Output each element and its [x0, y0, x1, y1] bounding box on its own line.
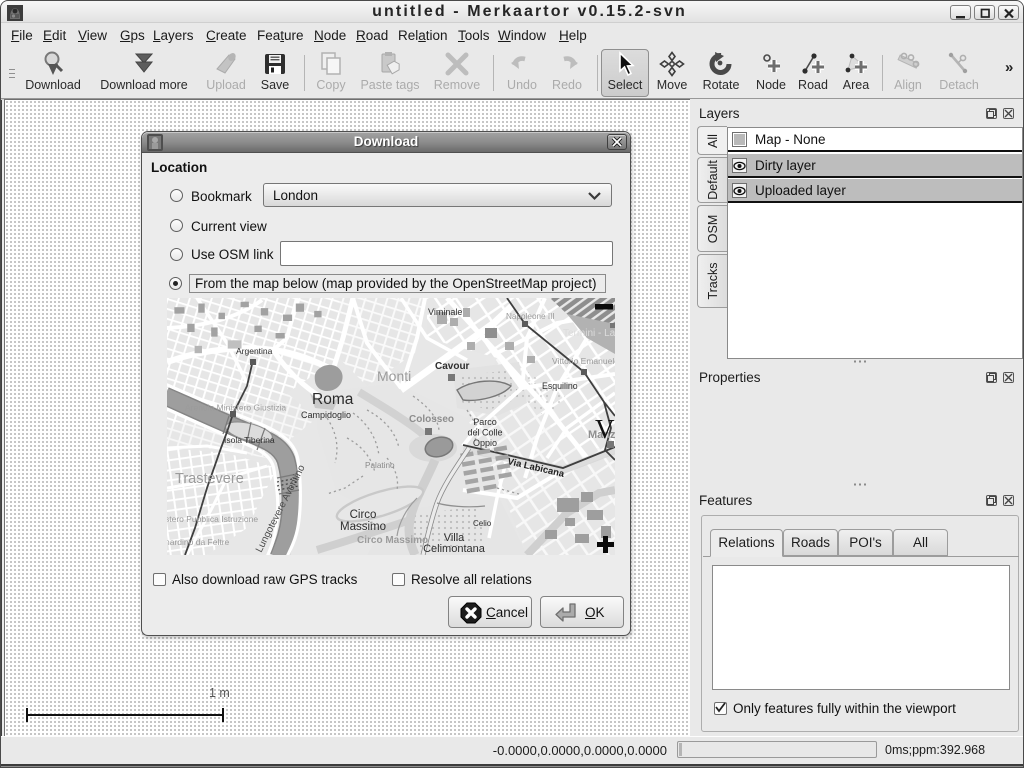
svg-text:Celio: Celio	[473, 519, 492, 528]
svg-text:Esquilino: Esquilino	[542, 381, 578, 391]
svg-text:Oppio: Oppio	[473, 438, 497, 448]
svg-text:Vittorio Emanuele: Vittorio Emanuele	[552, 356, 615, 366]
svg-text:Celimontana: Celimontana	[423, 543, 486, 555]
svg-text:Monti: Monti	[377, 368, 411, 384]
svg-text:Trastevere: Trastevere	[175, 471, 244, 487]
svg-text:Parco: Parco	[473, 417, 497, 427]
svg-text:Colosseo: Colosseo	[409, 414, 454, 425]
svg-text:Termini - La: Termini - La	[563, 328, 615, 339]
svg-text:Isola Tiberina: Isola Tiberina	[224, 435, 275, 445]
svg-text:nardino da Feltre: nardino da Feltre	[167, 537, 230, 547]
svg-text:Massimo: Massimo	[340, 521, 386, 533]
svg-text:Viminale: Viminale	[428, 307, 462, 317]
svg-text:stero Pubblica Istruzione: stero Pubblica Istruzione	[167, 514, 258, 524]
svg-text:Palatino: Palatino	[365, 461, 395, 470]
svg-text:Circo: Circo	[350, 509, 377, 521]
svg-text:del Colle: del Colle	[467, 428, 502, 438]
svg-text:Napoleone III: Napoleone III	[506, 312, 555, 321]
svg-text:Roma: Roma	[312, 391, 354, 408]
svg-text:Campidoglio: Campidoglio	[301, 410, 351, 420]
svg-text:Argentina: Argentina	[236, 346, 273, 356]
svg-text:V: V	[595, 414, 615, 444]
svg-text:Circo Massimo: Circo Massimo	[357, 535, 428, 546]
svg-text:Arenula Ministero Giustizia: Arenula Ministero Giustizia	[185, 403, 286, 413]
svg-text:Cavour: Cavour	[435, 361, 470, 372]
